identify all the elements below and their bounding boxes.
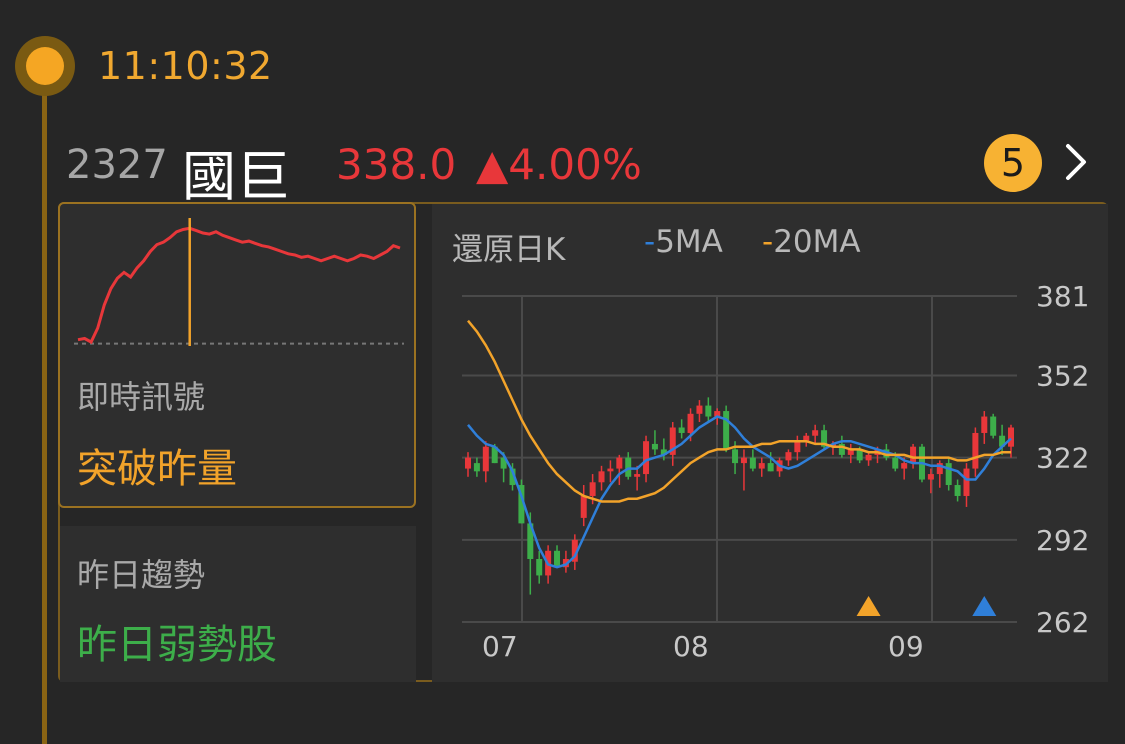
candle-body [625, 457, 632, 477]
candle-body [972, 432, 979, 469]
candle-body [696, 405, 703, 414]
trend-label: 昨日趨勢 [77, 556, 206, 594]
candle-body [981, 416, 988, 433]
candle-body [945, 463, 952, 486]
candle-body [990, 416, 997, 436]
trend-panel: 昨日趨勢 昨日弱勢股 [60, 526, 416, 682]
candle-body [723, 411, 730, 450]
x-tick-label: 07 [482, 630, 518, 663]
intraday-mini-chart [74, 218, 404, 346]
signal-panel: 即時訊號 突破昨量 [58, 202, 416, 508]
ma20-legend-swatch: - [762, 224, 774, 260]
signal-triangle-icon [856, 596, 881, 616]
chevron-right-icon[interactable] [1056, 142, 1096, 182]
candle-body [473, 463, 480, 472]
candle-body [1008, 427, 1014, 447]
candle-body [910, 446, 917, 464]
y-tick-label: 262 [1036, 606, 1089, 639]
k-chart-title: 還原日K [452, 232, 566, 268]
timeline-line [42, 70, 47, 744]
candle-body [954, 485, 961, 496]
trend-value: 昨日弱勢股 [77, 622, 277, 668]
x-tick-label: 08 [673, 630, 709, 663]
signal-label: 即時訊號 [77, 378, 206, 416]
candle-body [901, 463, 908, 469]
candle-body [892, 457, 899, 469]
stock-alert-screen: 11:10:32 2327 國巨 338.0 ▲4.00% 5 即時訊號 突破昨… [0, 0, 1125, 744]
candle-body [536, 558, 543, 576]
candle-body [482, 446, 489, 472]
y-tick-label: 292 [1036, 524, 1089, 557]
ma20-legend-label: 20MA [773, 224, 861, 260]
candle-body [812, 430, 819, 436]
alert-count-badge: 5 [984, 134, 1042, 192]
alert-card[interactable]: 即時訊號 突破昨量 昨日趨勢 昨日弱勢股 381 352 322 292 262 07 08… [58, 202, 1108, 682]
candle-body [740, 457, 747, 464]
ma5-legend: -5MA [644, 224, 723, 260]
candle-body [963, 468, 970, 496]
candle-body [794, 441, 801, 453]
signal-value: 突破昨量 [77, 446, 237, 492]
alert-time: 11:10:32 [98, 44, 273, 88]
candle-body [616, 457, 623, 469]
candle-body [732, 449, 739, 464]
intraday-price-line [77, 226, 401, 345]
candle-body [678, 427, 685, 433]
candle-body [785, 452, 792, 461]
candle-body [554, 550, 561, 568]
timeline-dot-icon [15, 36, 75, 96]
ma5-legend-swatch: - [644, 224, 656, 260]
stock-price: 338.0 [336, 140, 457, 189]
signal-triangle-icon [972, 596, 997, 616]
candle-body [580, 495, 587, 518]
stock-change-percent: ▲4.00% [476, 140, 642, 189]
candle-body [687, 413, 694, 433]
candle-body [643, 441, 650, 475]
daily-k-chart: 381 352 322 292 262 07 08 09 [462, 280, 1089, 663]
candle-body [927, 474, 934, 480]
candle-body [607, 468, 614, 472]
candle-body [705, 405, 712, 417]
candle-body [634, 474, 641, 477]
stock-header[interactable]: 2327 國巨 338.0 ▲4.00% 5 [66, 130, 1106, 208]
ma20-legend: -20MA [762, 224, 861, 260]
candle-body [758, 463, 765, 469]
candle-body [865, 454, 872, 461]
ma5-legend-label: 5MA [655, 224, 723, 260]
candle-body [651, 443, 658, 450]
x-tick-label: 09 [888, 630, 924, 663]
daily-k-chart-panel: 381 352 322 292 262 07 08 09 還原日K -5MA -20MA [432, 204, 1108, 682]
ma5-line [467, 415, 1012, 569]
candle-body [589, 482, 596, 496]
y-tick-label: 381 [1036, 280, 1089, 313]
stock-name: 國巨 [182, 145, 290, 208]
y-tick-label: 352 [1036, 359, 1089, 392]
stock-code: 2327 [66, 142, 168, 188]
candle-body [767, 463, 774, 472]
candle-body [749, 457, 756, 469]
candle-body [465, 457, 471, 469]
candle-body [598, 471, 605, 483]
y-tick-label: 322 [1036, 442, 1089, 475]
